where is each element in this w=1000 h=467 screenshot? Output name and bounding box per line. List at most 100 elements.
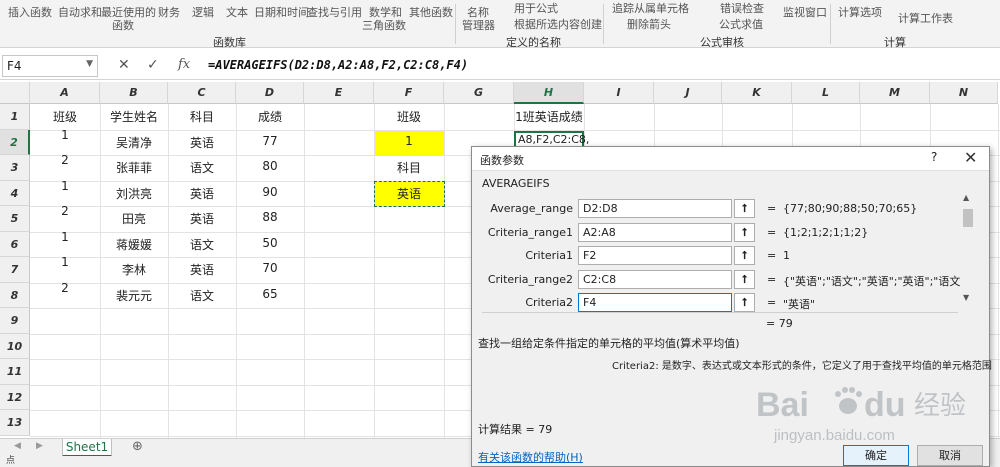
cell-h1[interactable]: 1班英语成绩	[514, 108, 584, 125]
collapse-dialog-icon[interactable]: ⭡	[734, 199, 755, 218]
ribbon-item[interactable]: 管理器	[462, 19, 495, 33]
cell-a8[interactable]: 2	[30, 281, 100, 295]
column-header-f[interactable]: F	[374, 82, 444, 104]
cell-f2[interactable]: 1	[374, 134, 444, 148]
ribbon-item[interactable]: 自动求和	[58, 6, 102, 20]
row-header-7[interactable]: 7	[0, 257, 30, 283]
ribbon-item[interactable]: 计算选项	[838, 6, 882, 20]
cell-c1[interactable]: 科目	[168, 108, 236, 125]
insert-function-icon[interactable]: fx	[178, 57, 190, 72]
cell-b2[interactable]: 吴清净	[100, 134, 168, 151]
cell-a2[interactable]: 1	[30, 128, 100, 142]
column-header-h[interactable]: H	[514, 82, 584, 104]
ribbon-item[interactable]: 删除箭头	[627, 18, 671, 32]
ribbon-item[interactable]: 计算工作表	[898, 12, 953, 26]
argument-input[interactable]: F2	[578, 246, 732, 265]
cell-b7[interactable]: 李林	[100, 261, 168, 278]
cell-a1[interactable]: 班级	[30, 108, 100, 125]
ribbon-item[interactable]: 追踪从属单元格	[612, 2, 689, 16]
row-header-9[interactable]: 9	[0, 308, 30, 334]
ribbon-item[interactable]: 三角函数	[362, 19, 406, 33]
prev-sheet-icon[interactable]: ◀	[14, 441, 21, 451]
cell-a3[interactable]: 2	[30, 153, 100, 167]
ribbon-item[interactable]: 最近使用的	[101, 6, 156, 20]
row-header-4[interactable]: 4	[0, 180, 30, 206]
row-header-5[interactable]: 5	[0, 206, 30, 232]
cell-d5[interactable]: 88	[236, 210, 304, 224]
argument-input[interactable]: C2:C8	[578, 269, 732, 289]
name-box[interactable]: F4 ▼	[2, 55, 98, 77]
cell-d7[interactable]: 70	[236, 261, 304, 275]
row-header-8[interactable]: 8	[0, 282, 30, 308]
cell-d6[interactable]: 50	[236, 236, 304, 250]
ribbon-item[interactable]: 监视窗口	[783, 6, 827, 20]
cell-f1[interactable]: 班级	[374, 108, 444, 125]
next-sheet-icon[interactable]: ▶	[36, 441, 43, 451]
ribbon-item[interactable]: 逻辑	[192, 6, 214, 20]
collapse-dialog-icon[interactable]: ⭡	[734, 222, 755, 242]
select-all-corner[interactable]	[0, 82, 30, 104]
argument-input[interactable]: D2:D8	[578, 199, 732, 218]
cell-b3[interactable]: 张菲菲	[100, 159, 168, 176]
row-header-1[interactable]: 1	[0, 104, 30, 130]
cell-d1[interactable]: 成绩	[236, 108, 304, 125]
cell-d3[interactable]: 80	[236, 159, 304, 173]
cell-a6[interactable]: 1	[30, 230, 100, 244]
scroll-up-icon[interactable]: ▲	[963, 193, 969, 202]
cell-d2[interactable]: 77	[236, 134, 304, 148]
cell-d8[interactable]: 65	[236, 287, 304, 301]
column-header-l[interactable]: L	[792, 82, 860, 104]
cell-b4[interactable]: 刘洪亮	[100, 185, 168, 202]
column-header-c[interactable]: C	[168, 82, 236, 104]
ribbon-item[interactable]: 用于公式	[514, 2, 558, 16]
ok-button[interactable]: 确定	[843, 445, 909, 466]
cancel-button[interactable]: 取消	[917, 445, 983, 466]
ribbon-item[interactable]: 根据所选内容创建	[514, 18, 602, 32]
ribbon-item[interactable]: 查找与引用	[307, 6, 362, 20]
collapse-dialog-icon[interactable]: ⭡	[734, 293, 755, 312]
cell-f4[interactable]: 英语	[374, 185, 444, 202]
argument-input[interactable]: A2:A8	[578, 222, 732, 242]
cell-b6[interactable]: 蒋媛媛	[100, 236, 168, 253]
cell-d4[interactable]: 90	[236, 185, 304, 199]
cell-a7[interactable]: 1	[30, 255, 100, 269]
column-header-m[interactable]: M	[860, 82, 930, 104]
argument-input[interactable]: F4	[578, 293, 732, 312]
cell-c4[interactable]: 英语	[168, 185, 236, 202]
row-header-2[interactable]: 2	[0, 129, 30, 155]
cell-c8[interactable]: 语文	[168, 287, 236, 304]
collapse-dialog-icon[interactable]: ⭡	[734, 246, 755, 265]
add-sheet-icon[interactable]: ⊕	[132, 439, 143, 454]
row-header-11[interactable]: 11	[0, 359, 30, 385]
column-header-b[interactable]: B	[100, 82, 168, 104]
column-header-i[interactable]: I	[584, 82, 654, 104]
ribbon-item[interactable]: 财务	[158, 6, 180, 20]
cell-c5[interactable]: 英语	[168, 210, 236, 227]
column-header-a[interactable]: A	[30, 82, 100, 104]
column-header-j[interactable]: J	[654, 82, 722, 104]
row-header-3[interactable]: 3	[0, 155, 30, 181]
collapse-dialog-icon[interactable]: ⭡	[734, 269, 755, 289]
column-header-g[interactable]: G	[444, 82, 514, 104]
help-icon[interactable]: ?	[931, 150, 937, 164]
ribbon-item[interactable]: 名称	[467, 6, 489, 20]
ribbon-item[interactable]: 数学和	[369, 6, 402, 20]
function-help-link[interactable]: 有关该函数的帮助(H)	[478, 449, 583, 465]
scrollbar-thumb[interactable]	[963, 209, 973, 227]
ribbon-item[interactable]: 文本	[226, 6, 248, 20]
cell-b8[interactable]: 裴元元	[100, 287, 168, 304]
ribbon-item[interactable]: 日期和时间	[254, 6, 309, 20]
column-header-e[interactable]: E	[304, 82, 374, 104]
sheet-tab-sheet1[interactable]: Sheet1	[62, 439, 112, 457]
cell-f3[interactable]: 科目	[374, 159, 444, 176]
cell-c3[interactable]: 语文	[168, 159, 236, 176]
ribbon-item[interactable]: 其他函数	[409, 6, 453, 20]
cell-c2[interactable]: 英语	[168, 134, 236, 151]
formula-input[interactable]: =AVERAGEIFS(D2:D8,A2:A8,F2,C2:C8,F4)	[208, 58, 468, 72]
scroll-down-icon[interactable]: ▼	[963, 293, 969, 302]
row-header-10[interactable]: 10	[0, 333, 30, 359]
row-header-12[interactable]: 12	[0, 384, 30, 410]
cell-b1[interactable]: 学生姓名	[100, 108, 168, 125]
cell-a4[interactable]: 1	[30, 179, 100, 193]
row-header-13[interactable]: 13	[0, 410, 30, 436]
